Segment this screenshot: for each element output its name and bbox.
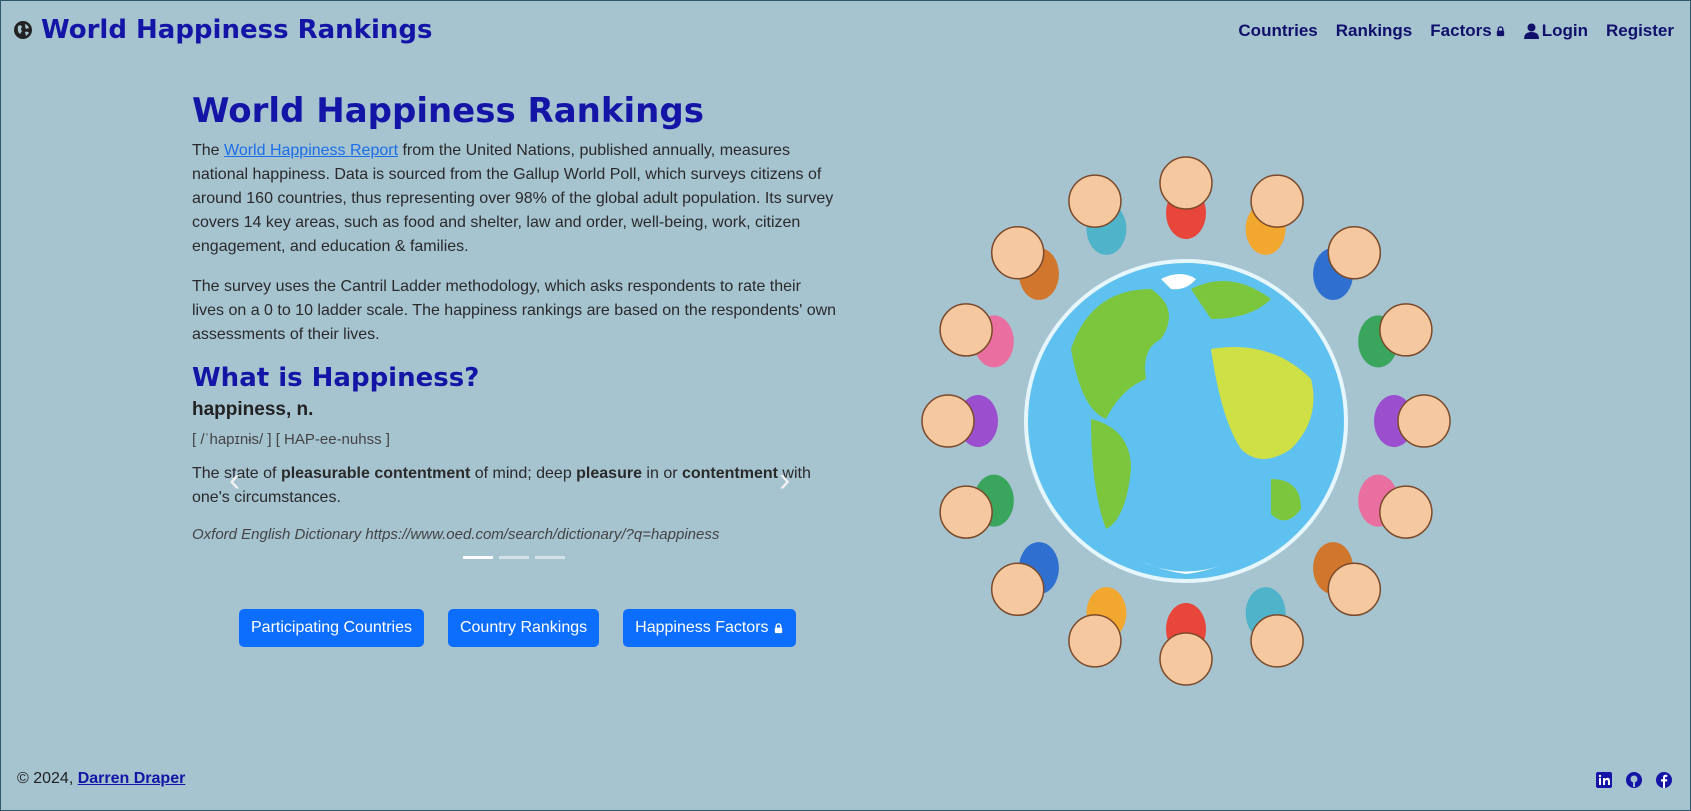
child-figure — [939, 474, 1014, 539]
carousel-next-arrow-icon[interactable]: › — [779, 461, 790, 500]
child-figure — [1358, 303, 1433, 368]
facebook-icon[interactable] — [1656, 772, 1674, 790]
copyright: © 2024, Darren Draper — [17, 770, 186, 787]
child-figure — [1068, 587, 1127, 668]
nav-register[interactable]: Register — [1606, 21, 1674, 41]
child-figure — [1374, 394, 1451, 448]
linkedin-icon[interactable] — [1596, 772, 1614, 790]
social-links — [1596, 772, 1674, 790]
lock-icon — [1496, 25, 1504, 36]
carousel-indicators — [463, 556, 565, 559]
citation: Oxford English Dictionary https://www.oe… — [192, 526, 720, 543]
definition-word: happiness, n. — [192, 399, 314, 420]
carousel-prev-arrow-icon[interactable]: ‹ — [229, 461, 240, 500]
child-figure — [1245, 174, 1304, 255]
page-title: World Happiness Rankings — [192, 91, 704, 131]
definition-heading: What is Happiness? — [192, 363, 480, 393]
child-figure — [1313, 542, 1382, 617]
child-figure — [1313, 225, 1382, 300]
intro-paragraph: The World Happiness Report from the Unit… — [192, 142, 834, 255]
child-figure — [1068, 174, 1127, 255]
main-content: World Happiness Rankings The World Happi… — [192, 91, 837, 543]
nav-factors[interactable]: Factors — [1430, 21, 1505, 41]
survey-paragraph: The survey uses the Cantril Ladder metho… — [192, 278, 837, 343]
child-figure — [921, 394, 998, 448]
carousel-indicator-2[interactable] — [499, 556, 529, 559]
lock-icon — [774, 622, 782, 633]
action-buttons: Participating Countries Country Rankings… — [239, 609, 796, 647]
nav-countries[interactable]: Countries — [1238, 21, 1317, 41]
child-figure — [1245, 587, 1304, 668]
carousel-indicator-1[interactable] — [463, 556, 493, 559]
brand-title: World Happiness Rankings — [41, 15, 433, 45]
nav-links: Countries Rankings Factors Login Registe… — [1238, 21, 1674, 41]
footer: © 2024, Darren Draper — [17, 770, 1674, 794]
child-figure — [1159, 603, 1213, 686]
brand[interactable]: World Happiness Rankings — [13, 15, 432, 45]
participating-countries-button[interactable]: Participating Countries — [239, 609, 424, 647]
pronunciation: [ /ˈhapɪnɨs/ ] [ HAP-ee-nuhss ] — [192, 431, 390, 448]
child-figure — [990, 225, 1059, 300]
happiness-factors-button[interactable]: Happiness Factors — [623, 609, 796, 647]
navbar: World Happiness Rankings Countries Ranki… — [1, 1, 1690, 63]
globe-icon — [14, 21, 32, 39]
nav-login[interactable]: Login — [1523, 21, 1588, 41]
nav-rankings[interactable]: Rankings — [1336, 21, 1413, 41]
report-link[interactable]: World Happiness Report — [224, 142, 398, 159]
child-figure — [990, 542, 1059, 617]
child-figure — [939, 303, 1014, 368]
child-figure — [1358, 474, 1433, 539]
country-rankings-button[interactable]: Country Rankings — [447, 609, 600, 647]
carousel-indicator-3[interactable] — [535, 556, 565, 559]
github-icon[interactable] — [1626, 772, 1644, 790]
author-link[interactable]: Darren Draper — [78, 770, 186, 787]
user-icon — [1523, 23, 1539, 39]
definition-text: The state of pleasurable contentment of … — [192, 465, 811, 506]
globe-children-illustration — [921, 156, 1451, 686]
child-figure — [1159, 156, 1213, 239]
